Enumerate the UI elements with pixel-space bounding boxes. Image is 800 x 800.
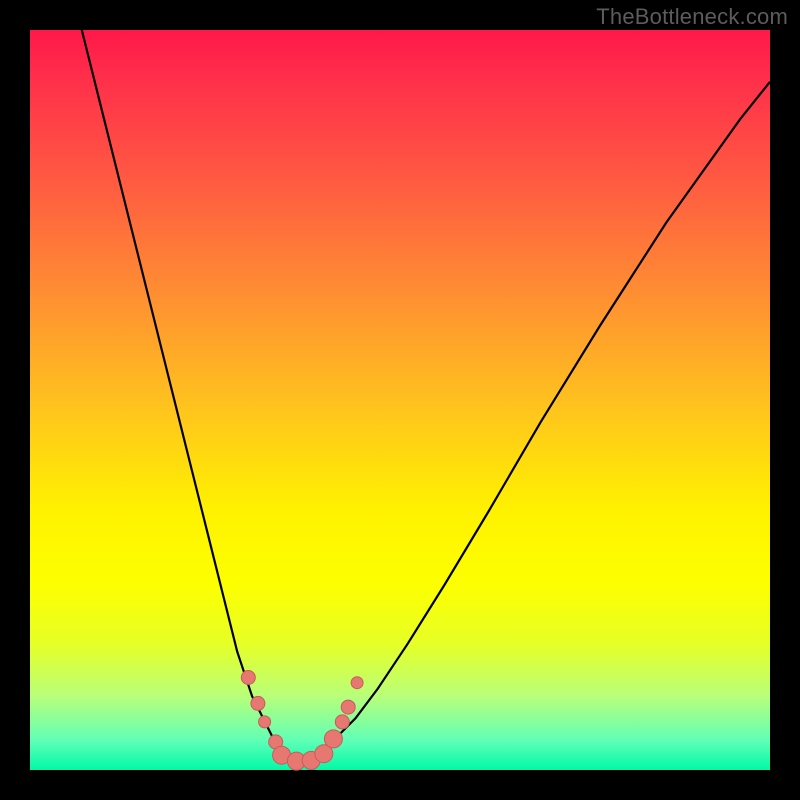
marker-dot — [324, 730, 342, 748]
marker-dot — [335, 715, 349, 729]
chart-frame: TheBottleneck.com — [0, 0, 800, 800]
marker-dot — [341, 700, 355, 714]
marker-dot — [241, 671, 255, 685]
watermark-text: TheBottleneck.com — [596, 4, 788, 30]
marker-dot — [251, 696, 265, 710]
bottleneck-curve-right — [296, 82, 770, 763]
bottleneck-curve-left — [82, 30, 297, 763]
marker-group — [241, 671, 363, 771]
marker-dot — [351, 677, 363, 689]
marker-dot — [259, 716, 271, 728]
plot-area — [30, 30, 770, 770]
curve-layer — [30, 30, 770, 770]
